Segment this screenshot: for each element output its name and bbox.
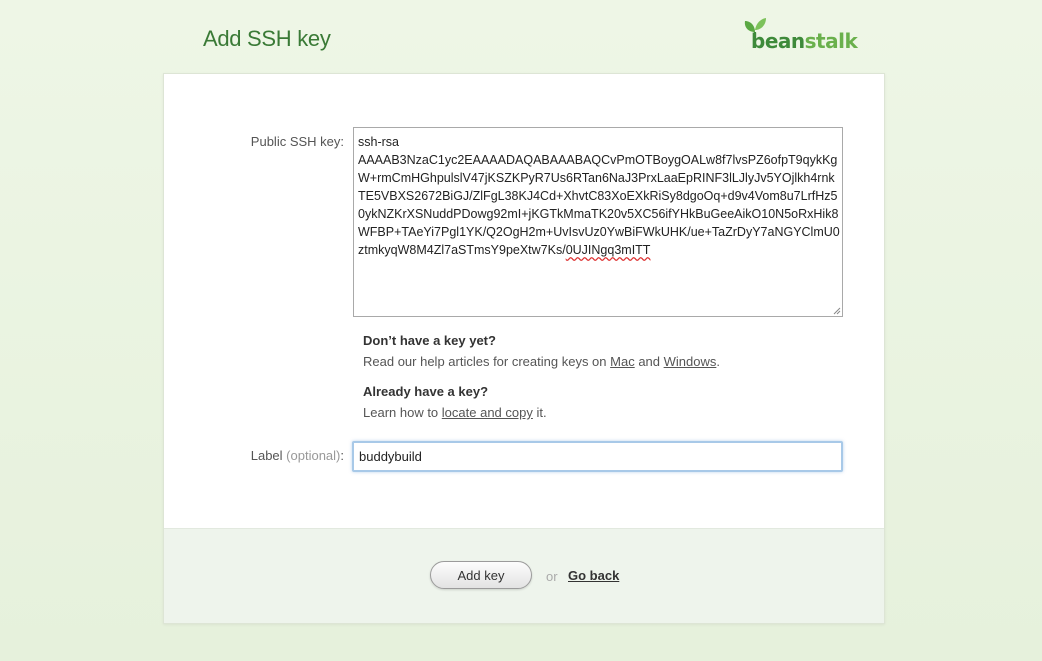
help-no-key-heading: Don’t have a key yet? (363, 333, 496, 348)
logo-wordmark: beanstalk (751, 29, 858, 53)
spellcheck-word: 0UJINgq3mITT (565, 243, 651, 257)
go-back-link[interactable]: Go back (568, 568, 619, 583)
or-separator: or (546, 569, 558, 584)
help-no-key: Don’t have a key yet? Read our help arti… (363, 333, 720, 369)
add-key-card: Public SSH key: ssh-rsa AAAAB3NzaC1yc2EA… (163, 73, 885, 624)
help-no-key-text: Read our help articles for creating keys… (363, 354, 720, 369)
windows-help-link[interactable]: Windows (664, 354, 717, 369)
mac-help-link[interactable]: Mac (610, 354, 635, 369)
help-have-key: Already have a key? Learn how to locate … (363, 384, 547, 420)
resize-grip-icon[interactable] (832, 306, 841, 315)
page-title: Add SSH key (203, 26, 331, 51)
label-field-label: Label (optional): (250, 448, 344, 463)
locate-copy-link[interactable]: locate and copy (442, 405, 533, 420)
help-have-key-text: Learn how to locate and copy it. (363, 405, 547, 420)
beanstalk-logo[interactable]: beanstalk (742, 16, 858, 56)
add-key-button[interactable]: Add key (430, 561, 532, 589)
public-key-textarea[interactable]: ssh-rsa AAAAB3NzaC1yc2EAAAADAQABAAABAQCv… (353, 127, 843, 317)
help-have-key-heading: Already have a key? (363, 384, 489, 399)
public-key-label: Public SSH key: (250, 134, 344, 149)
label-input[interactable]: buddybuild (352, 441, 843, 472)
form-actions: Add key or Go back (164, 528, 884, 623)
